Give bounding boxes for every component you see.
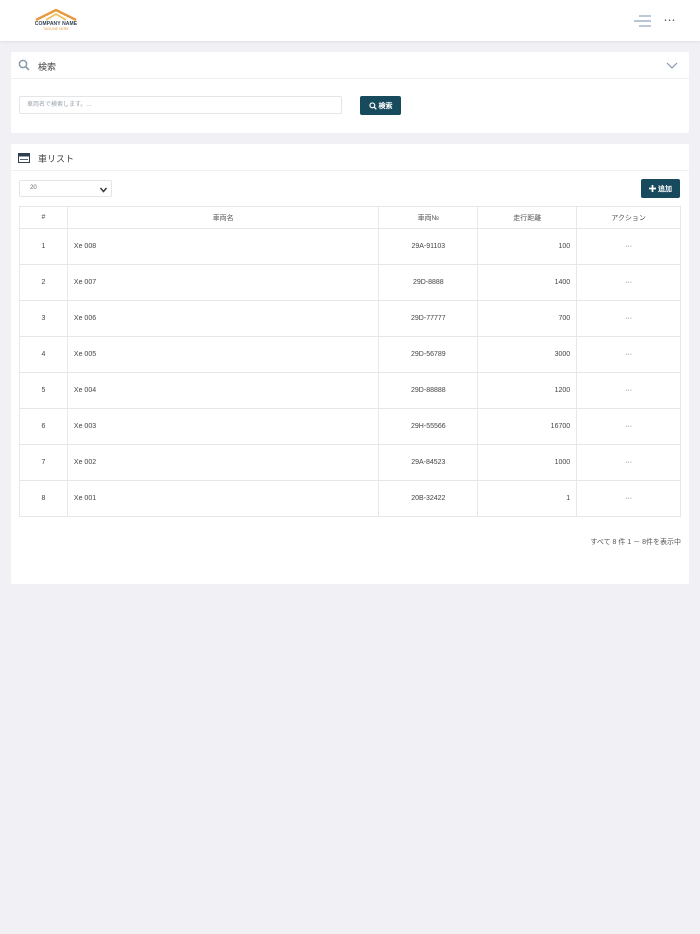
vehicle-number: 29D-88888 <box>378 372 479 409</box>
table-row: 5 Xe 004 29D-88888 1200 ··· <box>19 372 681 409</box>
company-tagline: TAGLINE HERE <box>43 27 69 31</box>
column-header-action: アクション <box>576 206 681 229</box>
pagination-info: すべて 8 件 1 － 8件を表示中 <box>590 539 681 546</box>
table-header-row: # 車両名 車両№ 走行距離 アクション <box>19 206 681 229</box>
row-actions-button[interactable]: ··· <box>576 228 681 265</box>
list-icon <box>18 153 30 163</box>
vehicle-number: 29D-77777 <box>378 300 479 337</box>
table-row: 2 Xe 007 29D-8888 1400 ··· <box>19 264 681 301</box>
row-number: 6 <box>19 408 68 445</box>
table-row: 1 Xe 008 29A-91103 100 ··· <box>19 228 681 265</box>
row-number: 2 <box>19 264 68 301</box>
page-size-value: 20 <box>30 185 37 191</box>
row-actions-button[interactable]: ··· <box>576 300 681 337</box>
vehicle-number: 29D-8888 <box>378 264 479 301</box>
row-number: 3 <box>19 300 68 337</box>
company-logo[interactable]: COMPANY NAME TAGLINE HERE <box>30 7 82 33</box>
mileage: 1000 <box>477 444 578 481</box>
mileage: 3000 <box>477 336 578 373</box>
vehicle-name: Xe 007 <box>66 264 380 301</box>
column-header-number[interactable]: # <box>19 206 68 229</box>
search-input[interactable] <box>19 96 342 114</box>
row-number: 8 <box>19 480 68 517</box>
chevron-down-icon[interactable] <box>666 60 678 70</box>
search-icon <box>18 59 30 71</box>
row-actions-button[interactable]: ··· <box>576 480 681 517</box>
plus-icon <box>649 185 656 192</box>
vehicle-number: 29A-91103 <box>378 228 479 265</box>
row-actions-button[interactable]: ··· <box>576 372 681 409</box>
vehicle-number: 20B-32422 <box>378 480 479 517</box>
column-header-vehicle-number[interactable]: 車両№ <box>378 206 479 229</box>
caret-down-icon <box>99 185 108 193</box>
top-navbar: COMPANY NAME TAGLINE HERE ⋯ <box>0 0 700 41</box>
vehicle-name: Xe 001 <box>66 480 380 517</box>
more-options-button[interactable]: ⋯ <box>660 13 678 27</box>
mileage: 1400 <box>477 264 578 301</box>
vehicle-name: Xe 004 <box>66 372 380 409</box>
row-number: 5 <box>19 372 68 409</box>
search-panel-title: 検索 <box>38 62 57 72</box>
row-actions-button[interactable]: ··· <box>576 336 681 373</box>
search-icon <box>368 101 377 110</box>
search-button[interactable]: 検索 <box>360 96 401 115</box>
row-actions-button[interactable]: ··· <box>576 408 681 445</box>
search-panel-header[interactable]: 検索 <box>11 52 689 79</box>
vehicle-name: Xe 003 <box>66 408 380 445</box>
row-number: 1 <box>19 228 68 265</box>
add-car-button-label: 追加 <box>658 185 672 193</box>
mileage: 16700 <box>477 408 578 445</box>
add-car-button[interactable]: 追加 <box>641 179 680 198</box>
mileage: 1200 <box>477 372 578 409</box>
column-header-mileage[interactable]: 走行距離 <box>477 206 578 229</box>
mileage: 700 <box>477 300 578 337</box>
column-header-vehicle-name[interactable]: 車両名 <box>66 206 380 229</box>
car-list-title: 車リスト <box>38 154 75 164</box>
row-number: 7 <box>19 444 68 481</box>
car-list-panel: 車リスト 20 追加 # 車両名 車両№ 走行距離 アクション 1 Xe 008… <box>11 144 689 584</box>
hamburger-menu-icon[interactable] <box>633 14 651 28</box>
vehicle-number: 29H-55566 <box>378 408 479 445</box>
vehicle-name: Xe 002 <box>66 444 380 481</box>
table-row: 6 Xe 003 29H-55566 16700 ··· <box>19 408 681 445</box>
search-button-label: 検索 <box>378 102 393 110</box>
row-number: 4 <box>19 336 68 373</box>
row-actions-button[interactable]: ··· <box>576 444 681 481</box>
vehicle-number: 29D-56789 <box>378 336 479 373</box>
mileage: 1 <box>477 480 578 517</box>
row-actions-button[interactable]: ··· <box>576 264 681 301</box>
car-table: # 車両名 車両№ 走行距離 アクション 1 Xe 008 29A-91103 … <box>19 206 681 517</box>
vehicle-number: 29A-84523 <box>378 444 479 481</box>
table-row: 3 Xe 006 29D-77777 700 ··· <box>19 300 681 337</box>
vehicle-name: Xe 008 <box>66 228 380 265</box>
table-row: 8 Xe 001 20B-32422 1 ··· <box>19 480 681 517</box>
vehicle-name: Xe 005 <box>66 336 380 373</box>
car-list-header: 車リスト <box>11 144 689 171</box>
search-panel: 検索 検索 <box>11 52 689 133</box>
logo-roof-icon <box>35 8 77 22</box>
vehicle-name: Xe 006 <box>66 300 380 337</box>
table-row: 7 Xe 002 29A-84523 1000 ··· <box>19 444 681 481</box>
mileage: 100 <box>477 228 578 265</box>
page-size-select[interactable]: 20 <box>19 180 112 197</box>
table-row: 4 Xe 005 29D-56789 3000 ··· <box>19 336 681 373</box>
